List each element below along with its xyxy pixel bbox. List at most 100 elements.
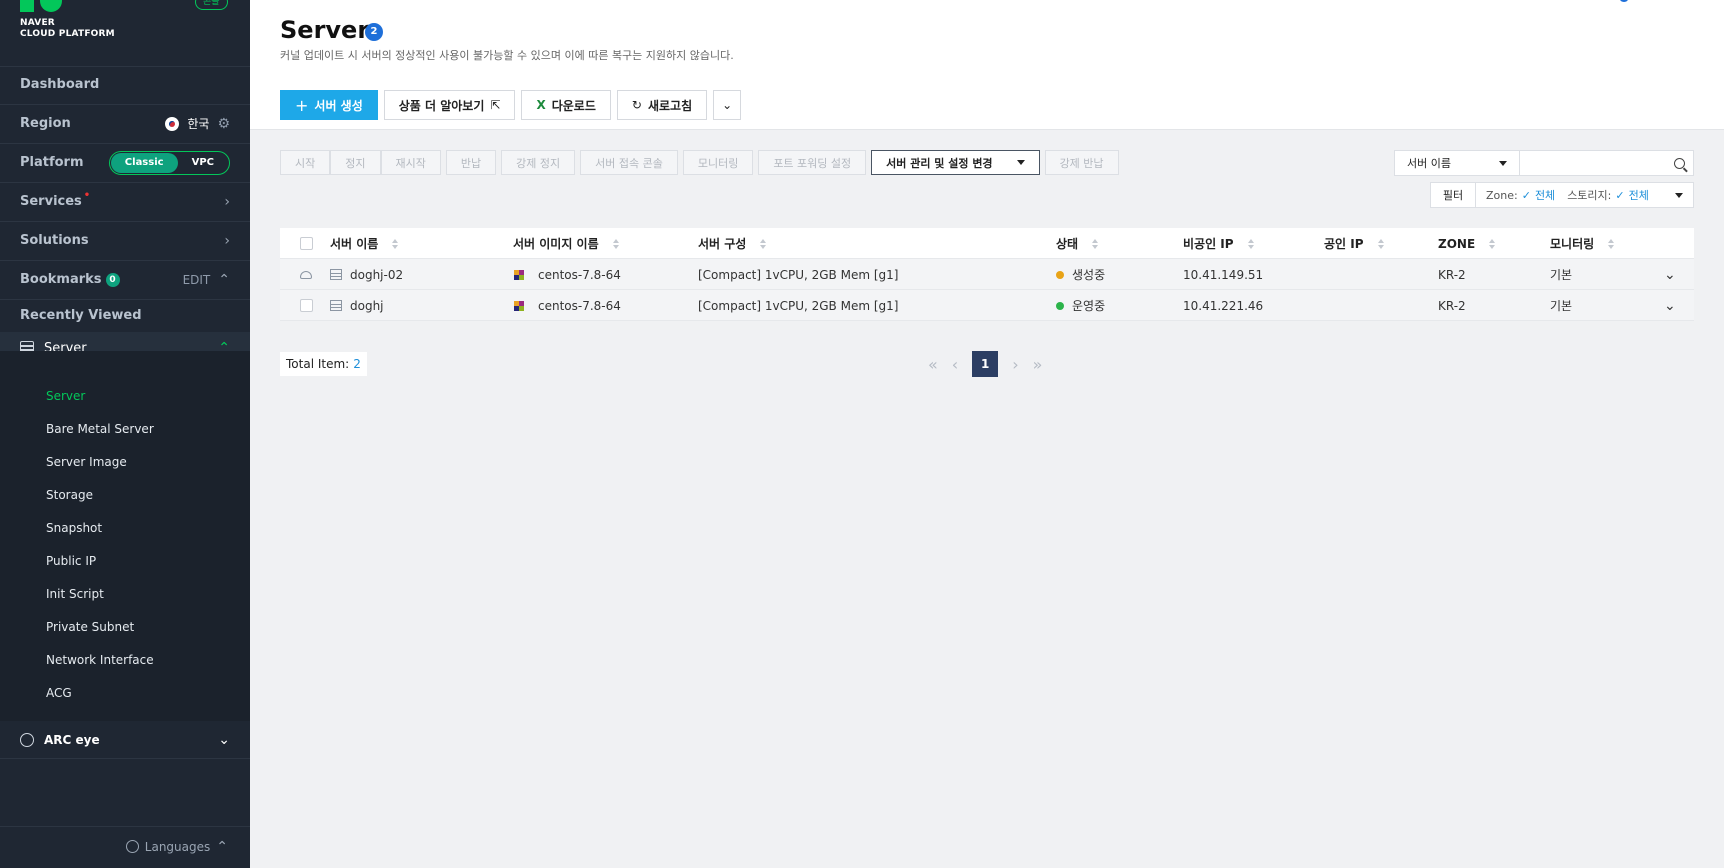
globe-icon [125, 840, 139, 853]
column-header[interactable]: 모니터링 [1550, 228, 1615, 259]
nav-arc-eye[interactable]: ARC eye ⌄ [0, 721, 250, 759]
filter-button[interactable]: 필터 [1430, 182, 1476, 208]
column-header[interactable]: 상태 [1056, 228, 1099, 259]
platform-toggle[interactable]: Classic VPC [108, 150, 230, 175]
restart-button[interactable]: 재시작 [380, 150, 441, 175]
column-header[interactable]: 서버 이미지 이름 [513, 228, 619, 259]
nav-services[interactable]: Services • › [0, 182, 250, 221]
nav-recently-viewed: Recently Viewed [0, 299, 250, 332]
return-button[interactable]: 반납 [445, 150, 497, 175]
server-icon [330, 269, 342, 280]
chevron-down-icon: ⌄ [218, 731, 230, 748]
column-header-label: 서버 이미지 이름 [513, 237, 599, 251]
column-header[interactable]: 서버 이름 [330, 228, 399, 259]
server-name-cell: doghj-02 [330, 259, 403, 290]
column-header[interactable]: 서버 구성 [698, 228, 767, 259]
nav-services-label: Services [20, 194, 82, 209]
chevron-down-icon[interactable]: ⌄ [1664, 290, 1676, 321]
dropdown-arrow-icon [1016, 160, 1025, 165]
next-page-icon[interactable]: › [1012, 355, 1018, 374]
check-icon: ✓ [1521, 188, 1531, 202]
status-indicator [1056, 270, 1064, 279]
status-indicator [1056, 301, 1064, 310]
first-page-icon[interactable]: « [928, 355, 938, 374]
table-row[interactable]: doghj centos-7.8-64 [Compact] 1vCPU, 2GB… [280, 290, 1694, 321]
sidebar-item-private-subnet[interactable]: Private Subnet [46, 620, 134, 634]
naver-cloud-logo[interactable]: NAVER CLOUD PLATFORM 콘솔 [20, 0, 240, 60]
server-name[interactable]: doghj-02 [350, 268, 403, 282]
column-header[interactable]: 공인 IP [1324, 228, 1384, 259]
monitoring-button[interactable]: 모니터링 [682, 150, 754, 175]
chevron-down-icon[interactable]: ⌄ [1664, 259, 1676, 290]
search-field-select[interactable]: 서버 이름 [1394, 150, 1520, 176]
nav-platform: Platform Classic VPC [0, 143, 250, 182]
server-manage-dropdown[interactable]: 서버 관리 및 설정 변경 [871, 150, 1040, 175]
page-number-current[interactable]: 1 [972, 351, 999, 377]
force-return-button[interactable]: 강제 반납 [1044, 150, 1119, 175]
column-header[interactable]: ZONE [1438, 228, 1496, 259]
refresh-button[interactable]: ↻ 새로고침 [616, 90, 708, 120]
excel-icon: X [536, 98, 546, 112]
check-icon: ✓ [1615, 188, 1625, 202]
sidebar-item-network-interface[interactable]: Network Interface [46, 653, 154, 667]
server-submenu: Server Bare Metal Server Server Image St… [0, 351, 250, 721]
notification-indicator-icon[interactable] [1620, 0, 1628, 2]
row-checkbox[interactable] [300, 299, 313, 312]
server-name-cell: doghj [330, 290, 384, 321]
sort-icon [1377, 238, 1384, 249]
column-header-label: 비공인 IP [1183, 237, 1234, 251]
gear-icon[interactable]: ⚙ [217, 116, 230, 132]
status-cell: 생성중 [1056, 259, 1105, 290]
sidebar-item-storage[interactable]: Storage [46, 488, 93, 502]
create-server-button[interactable]: + 서버 생성 [280, 90, 378, 120]
sort-icon [392, 238, 399, 249]
sidebar-item-acg[interactable]: ACG [46, 686, 72, 700]
nav-dashboard[interactable]: Dashboard [0, 65, 250, 104]
chevron-up-icon[interactable]: ⌃ [218, 272, 230, 288]
server-manage-label: 서버 관리 및 설정 변경 [886, 156, 993, 170]
server-console-button[interactable]: 서버 접속 콘솔 [580, 150, 678, 175]
server-name[interactable]: doghj [350, 299, 384, 313]
private-ip-cell: 10.41.221.46 [1183, 298, 1264, 313]
nav-solutions[interactable]: Solutions › [0, 221, 250, 260]
pagination: « ‹ 1 › » [928, 351, 1042, 377]
column-header[interactable]: 비공인 IP [1183, 228, 1254, 259]
languages-selector[interactable]: Languages ⌃ [0, 826, 250, 866]
sidebar-item-server-image[interactable]: Server Image [46, 455, 127, 469]
console-badge: 콘솔 [195, 0, 228, 10]
nav-region[interactable]: Region 한국 ⚙ [0, 104, 250, 143]
server-table: 서버 이름 서버 이미지 이름 서버 구성 상태 비공인 IP 공인 IP ZO… [280, 228, 1694, 321]
port-forwarding-button[interactable]: 포트 포워딩 설정 [758, 150, 867, 175]
sort-icon [760, 238, 767, 249]
sidebar-item-public-ip[interactable]: Public IP [46, 554, 96, 568]
nav-bookmarks[interactable]: Bookmarks 0 EDIT ⌃ [0, 260, 250, 299]
sidebar-item-bare-metal-server[interactable]: Bare Metal Server [46, 422, 154, 436]
sidebar-item-snapshot[interactable]: Snapshot [46, 521, 102, 535]
select-all-checkbox[interactable] [300, 237, 313, 250]
prev-page-icon[interactable]: ‹ [952, 355, 958, 374]
download-button[interactable]: X 다운로드 [521, 90, 611, 120]
stop-button[interactable]: 정지 [330, 150, 381, 175]
sidebar-item-server[interactable]: Server [46, 389, 85, 403]
last-page-icon[interactable]: » [1033, 355, 1043, 374]
learn-more-button[interactable]: 상품 더 알아보기 ⇱ [383, 90, 516, 120]
monitoring-cell: 기본 [1550, 268, 1573, 282]
image-cell: centos-7.8-64 [514, 290, 621, 321]
total-value: 2 [353, 357, 361, 371]
search-icon[interactable] [1674, 157, 1685, 169]
status-text: 생성중 [1072, 268, 1106, 282]
force-stop-button[interactable]: 강제 정지 [501, 150, 576, 175]
platform-vpc-option[interactable]: VPC [178, 153, 228, 173]
more-actions-button[interactable]: ⌄ [713, 90, 742, 120]
start-button[interactable]: 시작 [280, 150, 331, 175]
sidebar-item-init-script[interactable]: Init Script [46, 587, 104, 601]
chevron-up-icon: ⌃ [216, 838, 228, 855]
bookmarks-edit-button[interactable]: EDIT [183, 273, 211, 287]
platform-classic-option[interactable]: Classic [110, 152, 178, 173]
sidebar: NAVER CLOUD PLATFORM 콘솔 Dashboard Region… [0, 0, 250, 868]
sort-icon [612, 238, 619, 249]
table-row[interactable]: doghj-02 centos-7.8-64 [Compact] 1vCPU, … [280, 259, 1694, 290]
search-input[interactable] [1520, 150, 1694, 176]
filter-dropdown[interactable]: Zone: ✓ 전체 스토리지: ✓ 전체 [1476, 182, 1694, 208]
server-count-badge: 2 [365, 23, 383, 41]
